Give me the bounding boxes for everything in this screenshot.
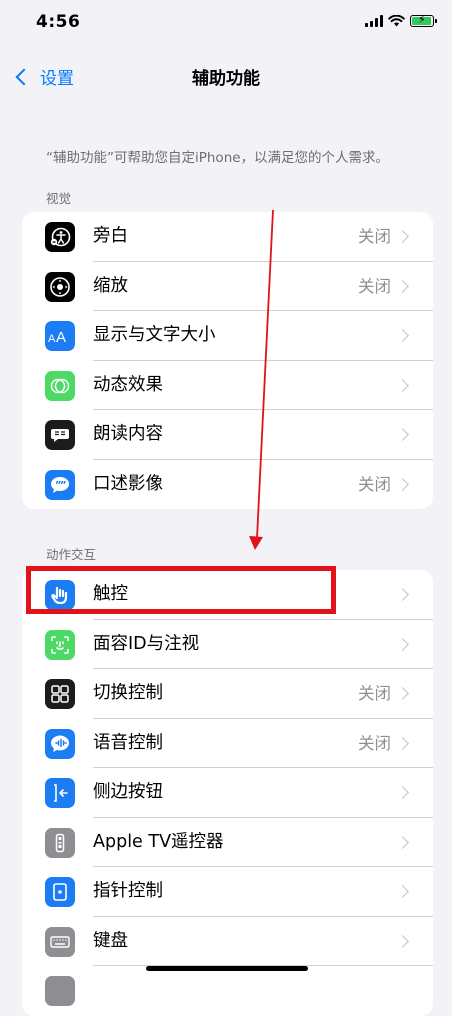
chevron-right-icon [396,378,409,392]
chevron-right-icon [396,329,409,342]
row-partial[interactable] [22,966,433,1016]
row-value: 关闭 [358,276,391,296]
face-id-icon [45,629,75,660]
page-title: 辅助功能 [192,69,260,89]
row-voice-control[interactable]: 语音控制 关闭 [22,719,433,768]
row-voiceover[interactable]: 旁白 关闭 [22,212,433,262]
row-pointer-control[interactable]: 指针控制 [22,867,433,917]
row-switch-control[interactable]: 切换控制 关闭 [22,669,433,719]
row-audio-descriptions[interactable]: ”” 口述影像 关闭 [22,460,433,510]
svg-text:A: A [56,329,66,345]
row-value: 关闭 [358,733,391,753]
settings-group-vision: 旁白 关闭 缩放 关闭 AA 显示与文字大小 动态效果 朗读内容 ” ” 口述影… [22,212,433,509]
row-label: 面容ID与注视 [93,633,200,654]
battery-icon: ⚡ [410,14,437,27]
row-label: 朗读内容 [93,424,163,444]
intro-description: “辅助功能”可帮助您自定iPhone，以满足您的个人需求。 [46,150,390,166]
row-label: 语音控制 [93,732,163,753]
row-label: 侧边按钮 [93,782,163,802]
side-button-icon [45,778,75,808]
status-time: 4:56 [36,12,81,32]
chevron-right-icon [396,477,409,491]
row-side-button[interactable]: 侧边按钮 [22,768,433,818]
row-label: 触控 [93,584,128,604]
settings-group-interaction: 触控 面容ID与注视 切换控制 关闭 语音控制 关闭 侧边按钮 Apple TV… [22,570,433,1016]
svg-text:”: ” [60,480,67,491]
voice-control-icon [45,728,75,759]
chevron-right-icon [396,835,409,849]
row-keyboard[interactable]: 键盘 [22,917,433,966]
status-icons: ⚡ [365,14,437,27]
chevron-right-icon [396,885,409,898]
quote-bubble-icon: ”” [45,469,75,500]
navigation-bar: 设置 辅助功能 [0,56,452,96]
row-value: 关闭 [358,684,391,703]
svg-text:A: A [48,333,56,345]
row-face-id-attention[interactable]: 面容ID与注视 [22,620,433,669]
chevron-right-icon [396,230,409,243]
chevron-right-icon [396,637,409,651]
partial-row-icon [45,976,75,1006]
row-label: 缩放 [93,275,128,296]
speech-bubble-icon [45,420,75,450]
home-indicator [146,966,308,971]
row-label: 旁白 [93,226,128,246]
chevron-right-icon [396,687,409,700]
chevron-right-icon [396,588,409,601]
chevron-right-icon [396,736,409,750]
row-display-text-size[interactable]: AA 显示与文字大小 [22,311,433,361]
row-motion[interactable]: 动态效果 [22,361,433,410]
row-label: Apple TV遥控器 [93,831,224,852]
chevron-right-icon [396,428,409,441]
row-label: 口述影像 [93,473,163,494]
chevron-right-icon [396,934,409,948]
row-label: 指针控制 [93,881,163,901]
row-apple-tv-remote[interactable]: Apple TV遥控器 [22,818,433,867]
motion-icon [45,370,75,401]
section-header-interaction: 动作交互 [46,547,97,562]
signal-icon [365,15,383,27]
row-label: 切换控制 [93,683,163,703]
row-value: 关闭 [358,474,391,494]
remote-icon [45,827,75,858]
wifi-icon [388,15,405,27]
grid-icon [45,679,75,709]
row-zoom[interactable]: 缩放 关闭 [22,262,433,311]
chevron-right-icon [396,279,409,293]
row-label: 动态效果 [93,374,163,395]
status-bar: 4:56 ⚡ [0,0,452,50]
row-touch[interactable]: 触控 [22,570,433,620]
row-label: 显示与文字大小 [93,325,216,345]
hand-icon [45,580,75,610]
row-label: 键盘 [93,930,128,951]
pointer-icon [45,877,75,907]
row-spoken-content[interactable]: 朗读内容 [22,410,433,460]
chevron-right-icon [396,786,409,799]
voiceover-icon [45,222,75,252]
row-value: 关闭 [358,227,391,246]
text-size-icon: AA [45,321,75,351]
keyboard-icon [45,926,75,957]
zoom-icon [45,271,75,302]
section-header-vision: 视觉 [46,191,72,206]
